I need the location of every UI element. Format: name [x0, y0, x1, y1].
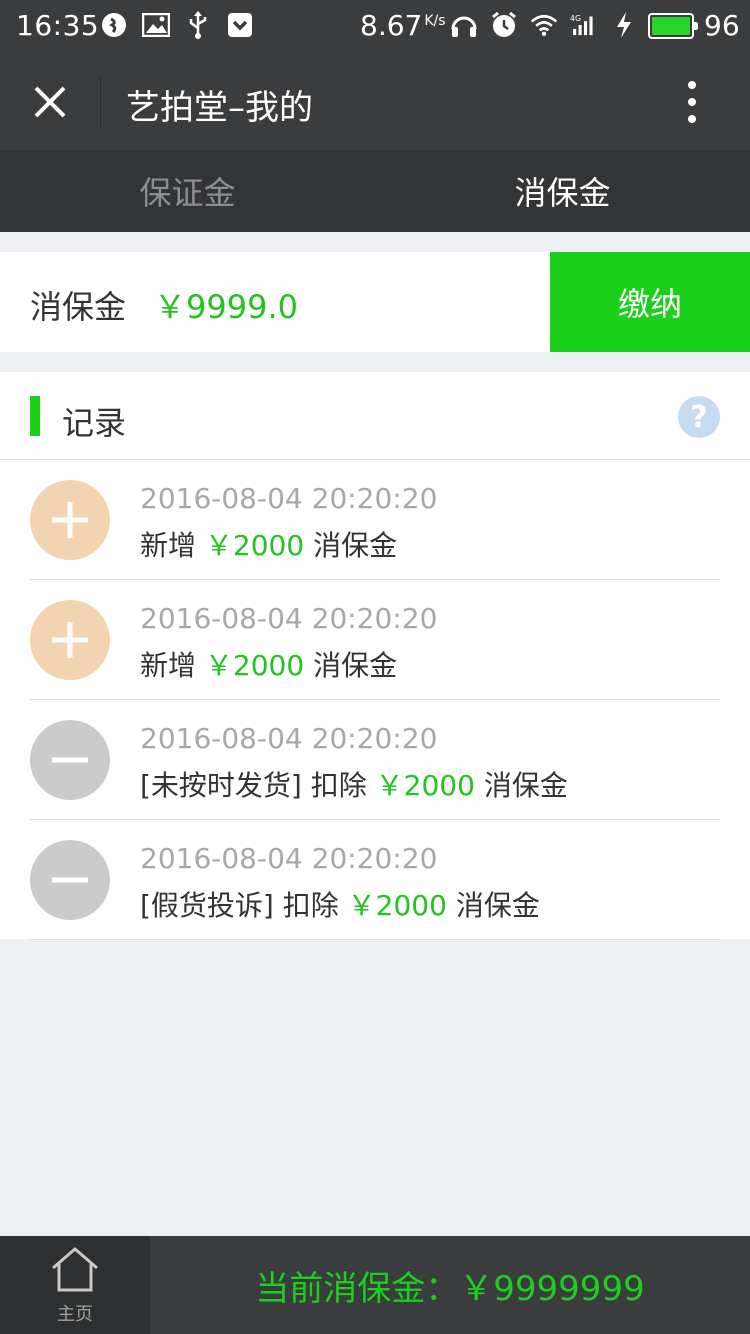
more-dot	[688, 81, 696, 89]
close-button[interactable]	[24, 76, 76, 128]
pocket-icon	[226, 10, 254, 40]
deposit-summary: 消保金 ￥9999.0 缴纳	[0, 252, 750, 352]
help-icon[interactable]: ?	[678, 396, 720, 438]
record-item[interactable]: 2016-08-04 20:20:20 [未按时发货] 扣除 ￥2000 消保金	[30, 700, 720, 820]
record-time: 2016-08-04 20:20:20	[140, 842, 438, 875]
status-net-speed: 8.67 K/s	[360, 9, 446, 42]
usb-icon	[184, 10, 212, 40]
more-dot	[688, 98, 696, 106]
records-title: 记录	[62, 404, 127, 442]
record-item[interactable]: 2016-08-04 20:20:20 新增 ￥2000 消保金	[30, 580, 720, 700]
record-item[interactable]: 2016-08-04 20:20:20 [假货投诉] 扣除 ￥2000 消保金	[30, 820, 720, 940]
home-label: 主页	[57, 1304, 93, 1325]
record-time: 2016-08-04 20:20:20	[140, 602, 438, 635]
bottom-bar: 主页 当前消保金：￥9999999	[0, 1236, 750, 1334]
battery-fill	[652, 17, 690, 35]
alarm-icon	[490, 10, 518, 40]
plus-icon	[30, 480, 110, 560]
current-total: 当前消保金：￥9999999	[255, 1268, 645, 1309]
minus-icon	[30, 840, 110, 920]
records-header: 记录 ?	[0, 372, 750, 460]
tab-consumer-deposit[interactable]: 消保金	[375, 150, 750, 232]
section-accent-bar	[30, 396, 40, 436]
page-title: 艺拍堂–我的	[126, 88, 313, 128]
deposit-amount: ￥9999.0	[154, 288, 298, 326]
status-left-icons	[100, 10, 254, 40]
signal-4g-icon: 4G	[570, 10, 598, 40]
wifi-icon	[530, 10, 558, 40]
record-description: 新增 ￥2000 消保金	[140, 649, 398, 682]
minus-icon	[30, 720, 110, 800]
tab-deposit[interactable]: 保证金	[0, 150, 375, 232]
record-amount: ￥2000	[347, 889, 447, 922]
record-time: 2016-08-04 20:20:20	[140, 482, 438, 515]
battery-level: 96	[704, 9, 740, 42]
headphone-icon	[450, 10, 478, 40]
record-time: 2016-08-04 20:20:20	[140, 722, 438, 755]
record-description: 新增 ￥2000 消保金	[140, 529, 398, 562]
status-bar: 16:35 8.67 K/s 4G 96	[0, 0, 750, 52]
charging-icon	[610, 10, 638, 40]
record-amount: ￥2000	[375, 769, 475, 802]
title-bar: 艺拍堂–我的	[0, 52, 750, 150]
plus-icon	[30, 600, 110, 680]
more-dot	[688, 115, 696, 123]
records-section: 记录 ? 2016-08-04 20:20:20 新增 ￥2000 消保金 20…	[0, 372, 750, 940]
record-item[interactable]: 2016-08-04 20:20:20 新增 ￥2000 消保金	[30, 460, 720, 580]
record-description: [未按时发货] 扣除 ￥2000 消保金	[140, 769, 568, 802]
home-icon	[52, 1247, 98, 1292]
status-net-speed-unit: K/s	[424, 13, 446, 29]
close-icon	[34, 86, 66, 118]
svg-text:4G: 4G	[570, 14, 581, 23]
notification-icon	[100, 10, 128, 40]
deposit-label: 消保金	[30, 288, 127, 326]
record-amount: ￥2000	[204, 649, 305, 682]
image-icon	[142, 10, 170, 40]
home-button[interactable]: 主页	[0, 1236, 150, 1334]
more-button[interactable]	[672, 76, 712, 128]
battery-icon	[648, 13, 698, 39]
tab-bar: 保证金 消保金	[0, 150, 750, 232]
pay-button[interactable]: 缴纳	[550, 252, 750, 352]
record-amount: ￥2000	[204, 529, 305, 562]
title-divider	[100, 76, 101, 128]
record-description: [假货投诉] 扣除 ￥2000 消保金	[140, 889, 540, 922]
status-time: 16:35	[16, 9, 100, 42]
status-right-icons: 4G	[450, 10, 638, 40]
